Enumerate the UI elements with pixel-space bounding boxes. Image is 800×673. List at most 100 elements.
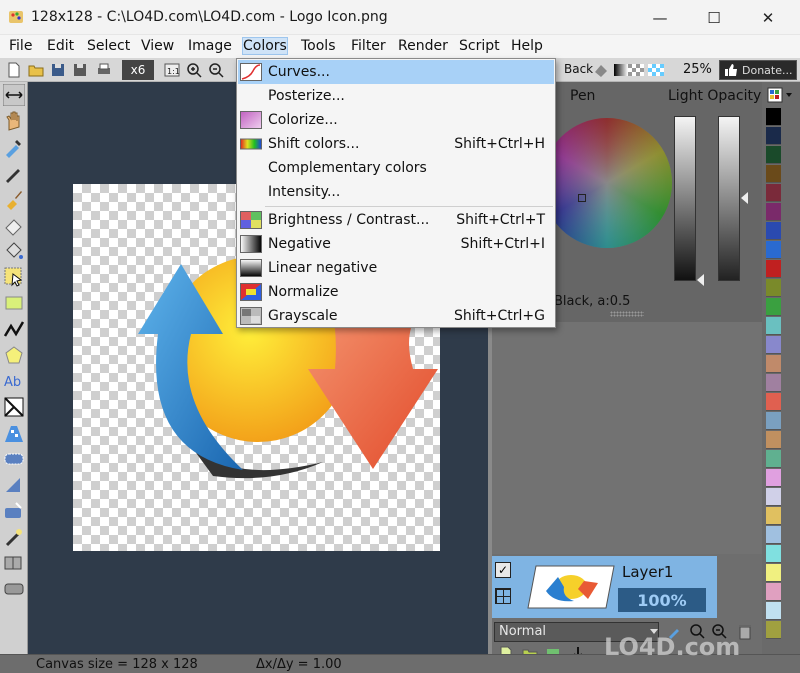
open-folder-icon[interactable]	[28, 62, 44, 78]
menu-colorize[interactable]: Colorize...	[238, 108, 554, 132]
menu-negative[interactable]: Negative Shift+Ctrl+I	[238, 232, 554, 256]
menu-filter[interactable]: Filter	[351, 38, 386, 54]
menu-colors[interactable]: Colors	[242, 37, 288, 55]
transparency-icon[interactable]	[628, 62, 644, 78]
hand-tool-icon[interactable]	[3, 110, 25, 132]
palette-swatch[interactable]	[766, 621, 781, 639]
menu-intensity[interactable]: Intensity...	[238, 180, 554, 204]
menu-image[interactable]: Image	[188, 38, 232, 54]
layer-visible-checkbox[interactable]: ✓	[495, 562, 511, 578]
eraser-back-icon[interactable]	[593, 62, 609, 78]
palette-swatch[interactable]	[766, 488, 781, 506]
texture-tool-icon[interactable]	[3, 422, 25, 444]
text-tool-icon[interactable]: Ab	[3, 370, 25, 392]
color-wheel-cursor[interactable]	[578, 194, 586, 202]
menu-tools[interactable]: Tools	[301, 38, 336, 54]
menu-shift-colors[interactable]: Shift colors... Shift+Ctrl+H	[238, 132, 554, 156]
menu-script[interactable]: Script	[459, 38, 500, 54]
menu-brightness-contrast-label: Brightness / Contrast...	[268, 212, 430, 228]
deformation-tool-icon[interactable]	[3, 396, 25, 418]
panel-grip[interactable]	[610, 311, 644, 317]
palette-swatch[interactable]	[766, 108, 781, 126]
menu-view[interactable]: View	[141, 38, 174, 54]
palette-swatch[interactable]	[766, 241, 781, 259]
palette-swatch[interactable]	[766, 469, 781, 487]
maximize-button[interactable]: ☐	[691, 0, 737, 35]
menu-help[interactable]: Help	[511, 38, 543, 54]
menu-edit[interactable]: Edit	[47, 38, 74, 54]
save-as-icon[interactable]	[72, 62, 88, 78]
brush-tool-icon[interactable]	[3, 188, 25, 210]
palette-swatch[interactable]	[766, 279, 781, 297]
palette-swatch[interactable]	[766, 355, 781, 373]
palette-swatch[interactable]	[766, 526, 781, 544]
menu-linear-negative[interactable]: Linear negative	[238, 256, 554, 280]
menu-posterize[interactable]: Posterize...	[238, 84, 554, 108]
palette-swatch[interactable]	[766, 203, 781, 221]
transparency-blue-icon[interactable]	[648, 62, 664, 78]
lightness-arrow[interactable]	[697, 274, 704, 286]
donate-button[interactable]: Donate...	[719, 60, 797, 80]
lightness-bar[interactable]	[674, 116, 696, 281]
layer-row[interactable]: ✓ Layer1 100%	[492, 556, 717, 618]
palette-swatch[interactable]	[766, 602, 781, 620]
magic-wand-icon[interactable]	[3, 526, 25, 548]
move-tool-icon[interactable]	[3, 84, 25, 106]
zoom-in-icon[interactable]	[186, 62, 202, 78]
palette-swatch[interactable]	[766, 564, 781, 582]
save-icon[interactable]	[50, 62, 66, 78]
palette-swatch[interactable]	[766, 507, 781, 525]
palette-swatch[interactable]	[766, 336, 781, 354]
palette-swatch[interactable]	[766, 127, 781, 145]
select-tool-icon[interactable]	[3, 266, 25, 288]
menu-render[interactable]: Render	[398, 38, 448, 54]
palette-swatch[interactable]	[766, 298, 781, 316]
menu-file[interactable]: File	[9, 38, 32, 54]
palette-swatch[interactable]	[766, 184, 781, 202]
back-label[interactable]: Back	[564, 62, 593, 76]
palette-menu-icon[interactable]	[766, 86, 796, 106]
actual-size-icon[interactable]: 1:1	[164, 62, 180, 78]
magic-wand-selection-icon[interactable]	[3, 500, 25, 522]
menu-complementary-colors[interactable]: Complementary colors	[238, 156, 554, 180]
palette-swatch[interactable]	[766, 583, 781, 601]
polyline-tool-icon[interactable]	[3, 318, 25, 340]
palette-swatch[interactable]	[766, 393, 781, 411]
menu-grayscale[interactable]: Grayscale Shift+Ctrl+G	[238, 304, 554, 328]
eraser-tool-icon[interactable]	[3, 214, 25, 236]
pen-tool-icon[interactable]	[3, 162, 25, 184]
polygon-tool-icon[interactable]	[3, 344, 25, 366]
menu-normalize[interactable]: Normalize	[238, 280, 554, 304]
layer-name[interactable]: Layer1	[622, 563, 673, 581]
new-file-icon[interactable]	[6, 62, 22, 78]
menu-brightness-contrast[interactable]: Brightness / Contrast... Shift+Ctrl+T	[238, 208, 554, 232]
palette-swatch[interactable]	[766, 374, 781, 392]
triangle-selection-icon[interactable]	[3, 474, 25, 496]
palette-swatch[interactable]	[766, 165, 781, 183]
fill-tool-icon[interactable]	[3, 240, 25, 262]
palette-swatch[interactable]	[766, 412, 781, 430]
palette-swatch[interactable]	[766, 222, 781, 240]
opacity-bar[interactable]	[718, 116, 740, 281]
layer-grid-toggle[interactable]	[495, 588, 511, 604]
color-picker-icon[interactable]	[3, 136, 25, 158]
selection-pen-icon[interactable]	[3, 552, 25, 574]
gradient-icon[interactable]	[613, 62, 629, 78]
rectangle-tool-icon[interactable]	[3, 292, 25, 314]
cloud-selection-icon[interactable]	[3, 448, 25, 470]
print-icon[interactable]	[96, 62, 112, 78]
palette-swatch[interactable]	[766, 317, 781, 335]
palette-swatch[interactable]	[766, 260, 781, 278]
menu-curves[interactable]: Curves...	[238, 60, 554, 84]
opacity-arrow[interactable]	[741, 192, 748, 204]
menu-select[interactable]: Select	[87, 38, 130, 54]
palette-swatch[interactable]	[766, 450, 781, 468]
zoom-out-icon[interactable]	[208, 62, 224, 78]
layer-opacity[interactable]: 100%	[618, 588, 706, 612]
selection-eraser-icon[interactable]	[3, 578, 25, 600]
close-button[interactable]: ✕	[745, 0, 791, 35]
minimize-button[interactable]: —	[637, 0, 683, 35]
palette-swatch[interactable]	[766, 431, 781, 449]
palette-swatch[interactable]	[766, 545, 781, 563]
palette-swatch[interactable]	[766, 146, 781, 164]
